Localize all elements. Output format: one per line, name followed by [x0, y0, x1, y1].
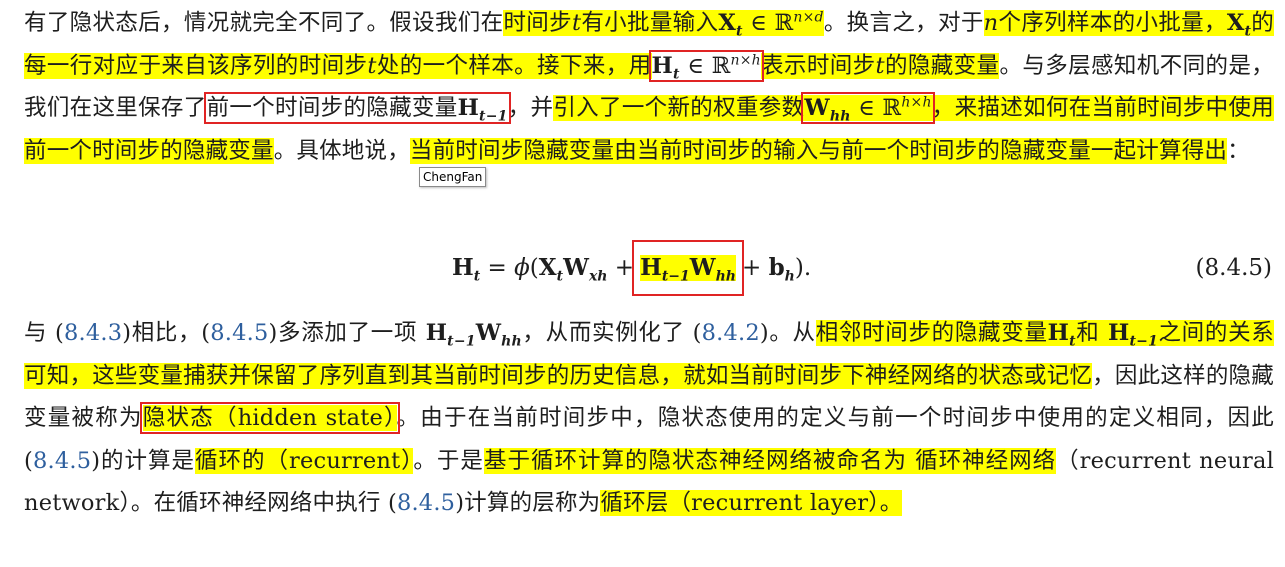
highlight: 当前时间步隐藏变量由当前时间步的输入与前一个时间步的隐藏变量一起计算得出: [409, 137, 1228, 164]
highlight: 循环的（recurrent）: [195, 447, 414, 474]
text: 个序列样本的小批量，: [998, 10, 1227, 36]
author-tooltip: ChengFan: [419, 167, 487, 187]
text: 相邻时间步的隐藏变量: [815, 320, 1048, 346]
math-b-h: bh: [768, 254, 795, 285]
math-W-xh: Wxh: [563, 254, 608, 285]
text: )相比，(: [122, 320, 211, 346]
math-operator: =: [480, 255, 515, 281]
equation-body: Ht = ϕ(XtWxh + Ht−1Whh + bh).: [452, 240, 812, 296]
equation-number: (8.4.5): [1195, 255, 1272, 281]
boxed-annotation: 前一个时间步的隐藏变量Ht−1: [203, 92, 511, 125]
text: 时间步: [503, 10, 572, 36]
text: 前一个时间步的隐藏变量: [206, 95, 458, 122]
text: 处的一个样本。接下来，用: [376, 52, 652, 79]
text: ，并: [507, 95, 554, 122]
paragraph-recurrent: 与 (8.4.3)相比，(8.4.5)多添加了一项 Ht−1Whh，从而实例化了…: [24, 312, 1274, 525]
math-operator: (: [529, 255, 539, 281]
text: ：: [1227, 137, 1250, 164]
math-t: t: [875, 52, 885, 79]
highlight: Ht−1Whh: [640, 254, 736, 285]
text: 的隐藏变量: [884, 52, 1000, 79]
math-operator: +: [607, 255, 635, 281]
math-in-R: ∈ ℝn×d: [742, 9, 824, 36]
boxed-annotation: Ht−1Whh: [632, 240, 744, 296]
math-operator: ).: [794, 255, 812, 281]
math-n: n: [983, 10, 999, 36]
text: 。于是: [413, 447, 484, 474]
equation-ref-link[interactable]: 8.4.3: [64, 320, 122, 346]
math-W-hh: Whh: [689, 254, 736, 285]
text: 表示时间步: [760, 52, 876, 79]
math-t: t: [367, 52, 377, 79]
highlight: 时间步t有小批量输入Xt ∈ ℝn×d: [503, 9, 824, 40]
equation-ref-link[interactable]: 8.4.2: [702, 320, 760, 346]
math-phi: ϕ: [514, 255, 530, 281]
math-in-R: ∈ ℝh×h: [850, 94, 932, 122]
highlight: 隐状态（hidden state）: [142, 405, 397, 432]
math-t: t: [571, 10, 582, 36]
math-H-t: Ht: [452, 254, 481, 285]
math-H-t-1: Ht−1: [417, 320, 476, 350]
math-X-t: Xt: [718, 10, 743, 40]
text: 。具体地说，: [273, 137, 410, 164]
equation-ref-link[interactable]: 8.4.5: [397, 490, 455, 516]
text: 这些变量捕获并保留了序列直到其当前时间步的历史信息，就如当前时间步下神经网络的状…: [92, 362, 1093, 389]
paragraph-hidden-state-intro: 有了隐状态后，情况就完全不同了。假设我们在时间步t有小批量输入Xt ∈ ℝn×d…: [24, 2, 1275, 172]
equation-ref-link[interactable]: 8.4.5: [210, 320, 268, 346]
text: )计算的层称为: [455, 490, 601, 517]
text: ，从而实例化了 (: [521, 320, 702, 346]
math-H-t: Ht: [1047, 320, 1076, 350]
highlight: 循环层（recurrent layer）。: [600, 490, 903, 517]
highlight: 表示时间步t的隐藏变量: [760, 52, 1000, 79]
math-in-R: ∈ ℝn×h: [679, 52, 761, 79]
math-X-t: Xt: [1226, 10, 1252, 40]
boxed-annotation: 隐状态（hidden state）: [139, 402, 400, 435]
text: )多添加了一项: [268, 320, 418, 346]
text: 。换言之，对于: [823, 10, 984, 36]
equation-8-4-5: Ht = ϕ(XtWxh + Ht−1Whh + bh). (8.4.5): [0, 240, 1285, 296]
text: 与 (: [24, 320, 65, 346]
text: 有了隐状态后，情况就完全不同了。假设我们在: [24, 10, 504, 36]
equation-ref-link[interactable]: 8.4.5: [33, 448, 91, 474]
text: ，来描述如何在: [931, 95, 1092, 122]
math-W-hh: Whh: [804, 95, 851, 125]
text: 有小批量输入: [581, 10, 719, 36]
math-H-t-1: Ht−1: [1099, 320, 1158, 350]
text: )的计算是: [91, 447, 196, 474]
boxed-annotation: Ht ∈ ℝn×h: [648, 49, 764, 83]
text: 和: [1075, 320, 1100, 346]
text: 引入了一个新的权重参数: [553, 95, 805, 122]
boxed-annotation: Whh ∈ ℝh×h: [801, 92, 935, 125]
math-W-hh: Whh: [475, 320, 522, 350]
math-operator: +: [741, 255, 769, 281]
math-H-t-1: Ht−1: [457, 95, 508, 125]
text: )。从: [759, 320, 816, 346]
math-X-t: Xt: [538, 254, 564, 285]
math-H-t-1: Ht−1: [640, 254, 690, 285]
math-H-t: Ht: [651, 52, 680, 83]
highlight: 基于循环计算的隐状态神经网络被命名为 循环神经网络: [483, 447, 1057, 474]
